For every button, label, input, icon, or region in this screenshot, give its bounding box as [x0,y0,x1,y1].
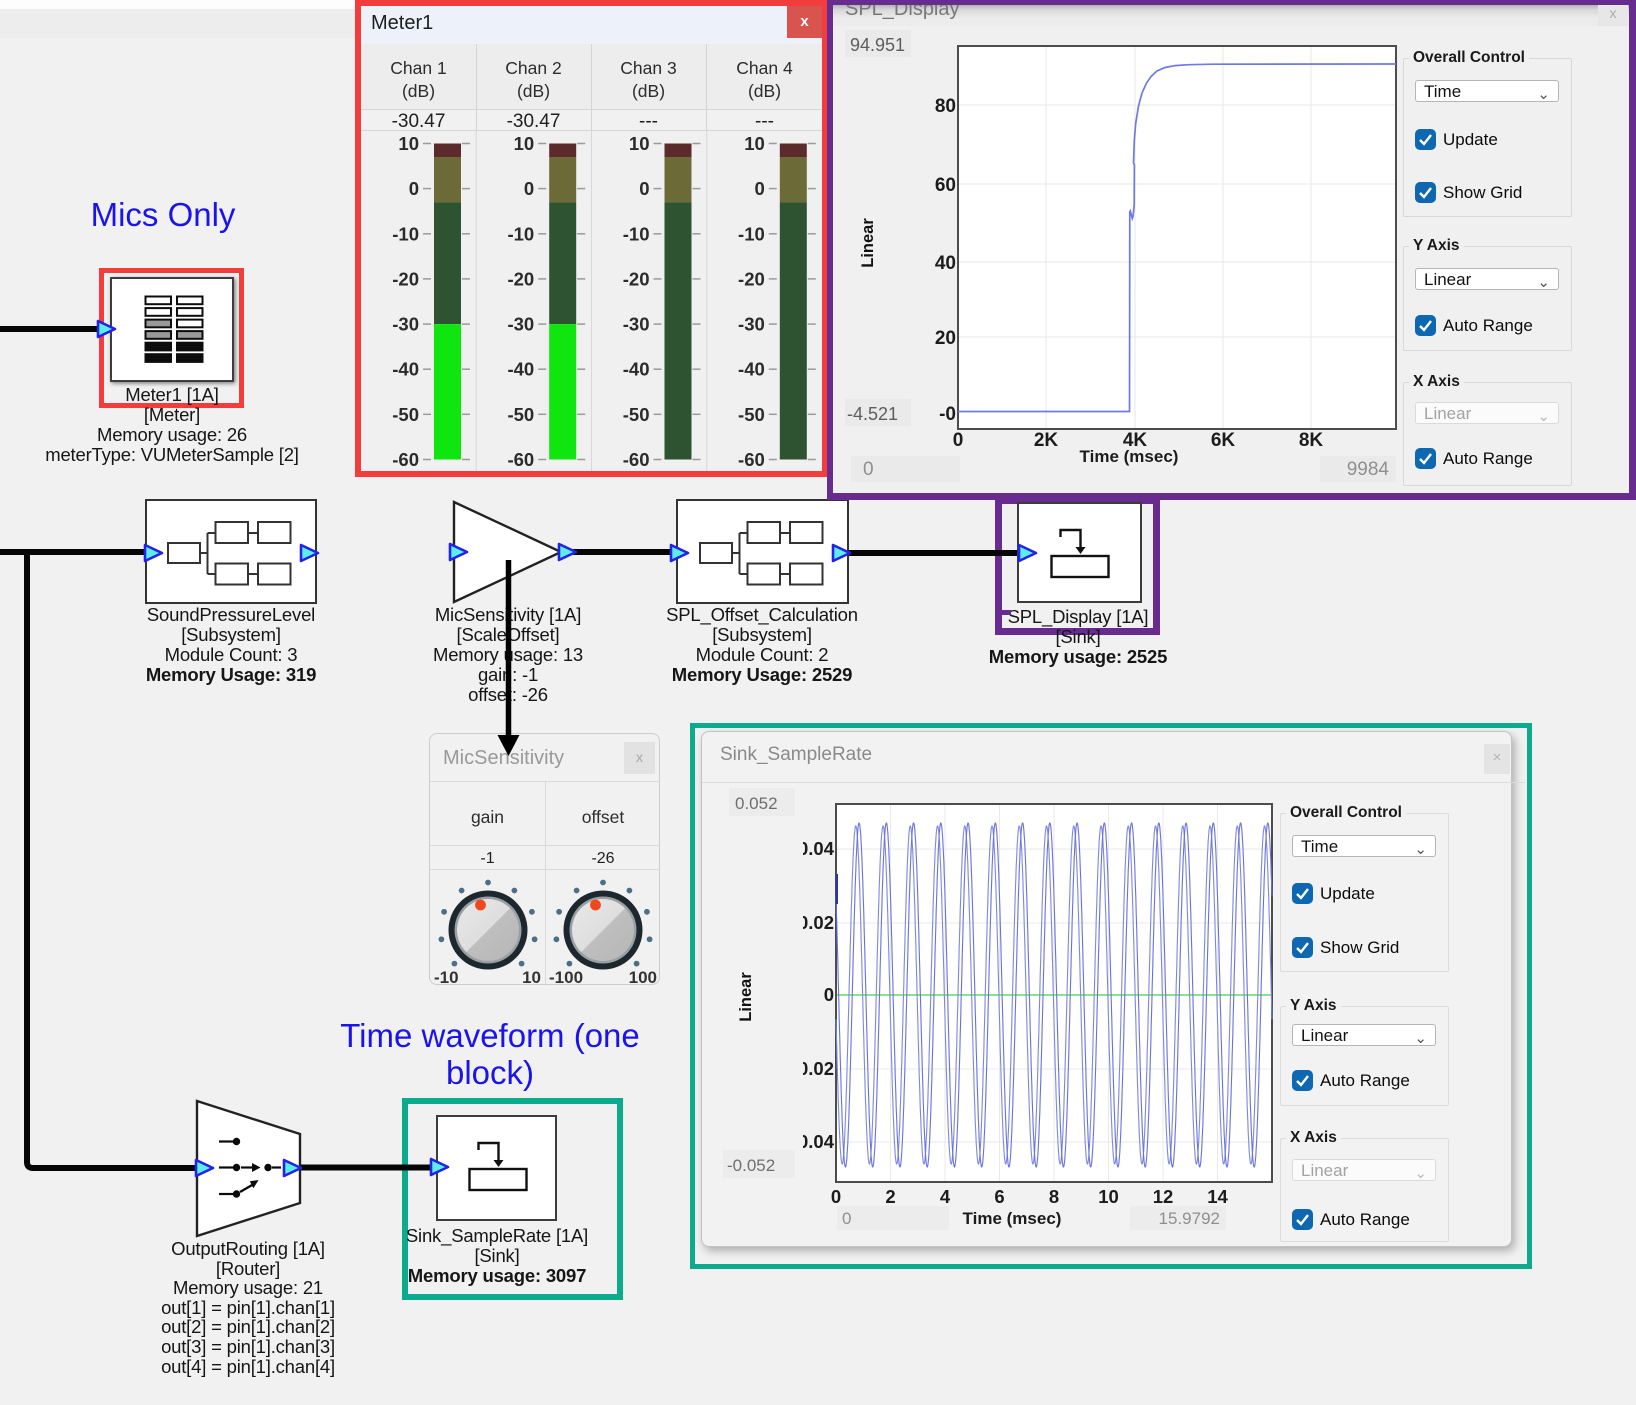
svg-text:0.02: 0.02 [798,912,834,933]
svg-text:80: 80 [935,96,956,117]
svg-text:-0.052: -0.052 [727,1156,775,1175]
svg-text:-0: -0 [939,404,956,425]
svg-text:6: 6 [994,1186,1004,1207]
svg-text:20: 20 [935,328,956,349]
svg-text:94.951: 94.951 [850,35,905,55]
svg-text:2K: 2K [1034,430,1059,451]
svg-text:-4.521: -4.521 [847,404,898,424]
svg-text:12: 12 [1153,1186,1174,1207]
svg-text:0: 0 [863,459,874,480]
svg-text:Linear: Linear [859,218,877,268]
svg-text:40: 40 [935,253,956,274]
svg-text:Time (msec): Time (msec) [1080,447,1179,466]
svg-text:9984: 9984 [1347,459,1390,480]
svg-text:0: 0 [842,1209,851,1228]
svg-text:0: 0 [953,430,964,451]
svg-text:0.04: 0.04 [798,838,835,859]
svg-text:0: 0 [831,1186,841,1207]
svg-text:4: 4 [940,1186,951,1207]
svg-text:0.02: 0.02 [798,1058,834,1079]
svg-text:Time (msec): Time (msec) [963,1209,1062,1228]
svg-text:6K: 6K [1211,430,1236,451]
svg-text:8K: 8K [1299,430,1324,451]
svg-text:0.04: 0.04 [798,1131,835,1152]
svg-text:2: 2 [885,1186,895,1207]
svg-text:60: 60 [935,175,956,196]
svg-text:14: 14 [1207,1186,1228,1207]
svg-text:10: 10 [1098,1186,1119,1207]
svg-text:Linear: Linear [737,972,755,1022]
svg-text:0: 0 [824,984,834,1005]
svg-text:15.9792: 15.9792 [1159,1209,1220,1228]
svg-text:8: 8 [1049,1186,1059,1207]
svg-text:0.052: 0.052 [735,794,778,813]
